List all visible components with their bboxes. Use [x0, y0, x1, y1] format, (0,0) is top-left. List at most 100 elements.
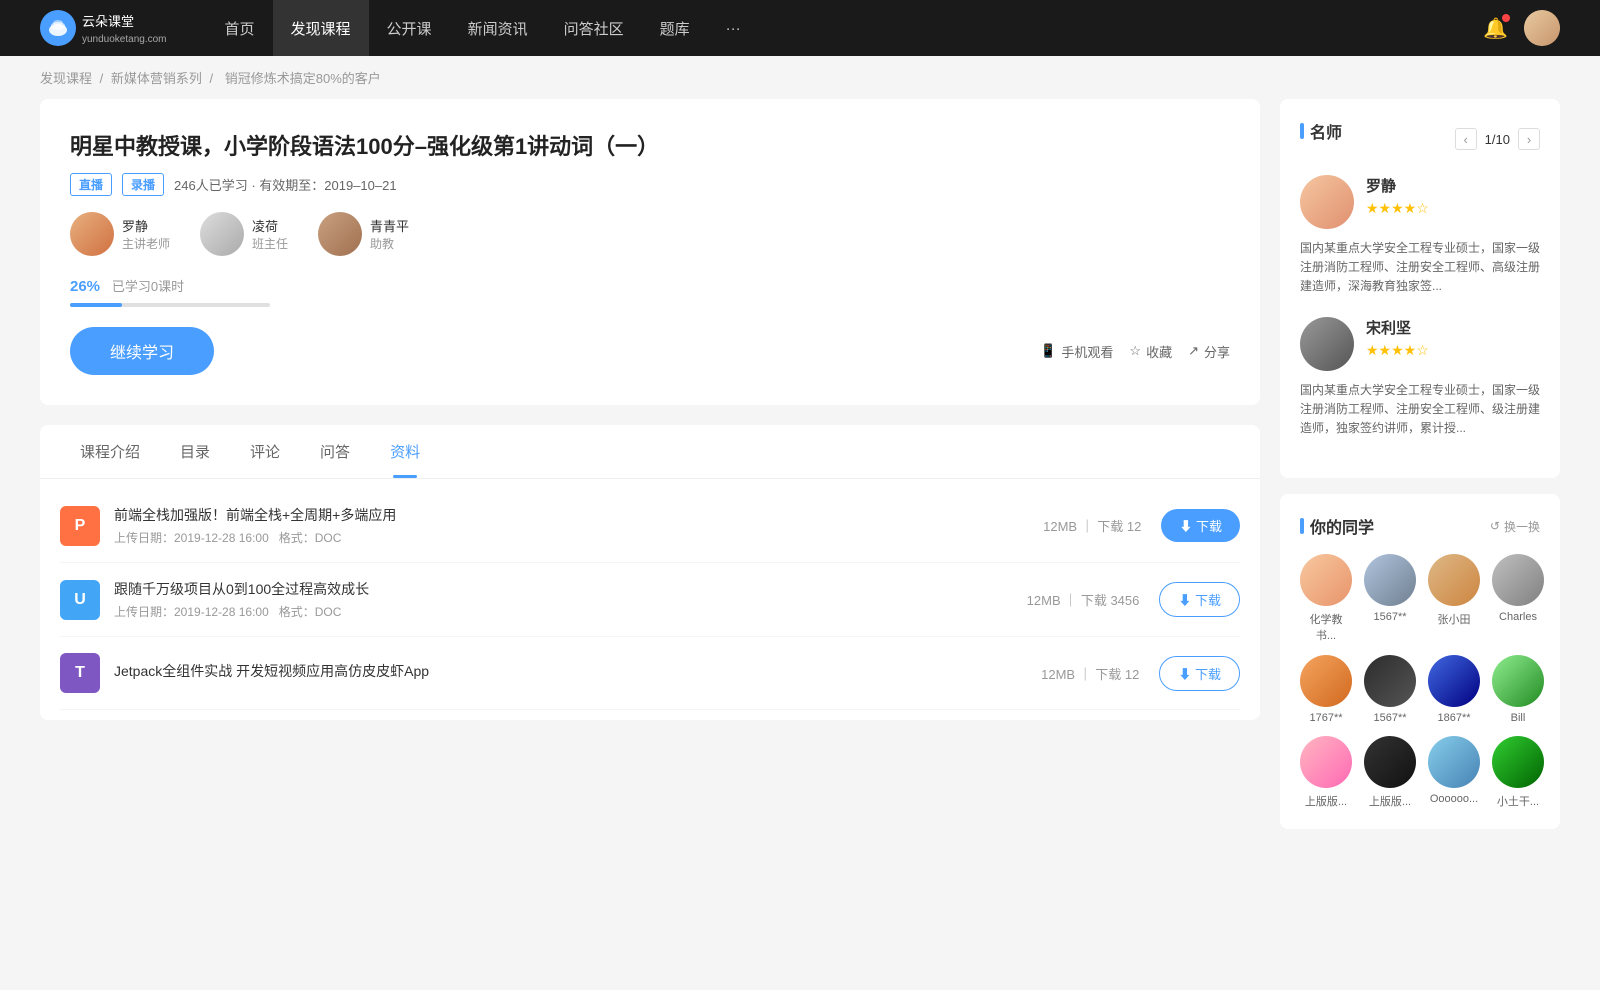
badge-live: 直播 — [70, 173, 112, 196]
sidebar-teacher-1-stars: ★★★★☆ — [1366, 200, 1429, 217]
refresh-classmates-button[interactable]: ↺ 换一换 — [1490, 518, 1540, 535]
classmate-5-name: 1767** — [1309, 712, 1342, 724]
sidebar-teacher-2-name: 宋利坚 — [1366, 317, 1429, 338]
teachers-pagination: ‹ 1/10 › — [1455, 128, 1540, 150]
teacher-3-name: 青青平 — [370, 216, 409, 235]
teachers-page: 1/10 — [1485, 132, 1510, 147]
nav-item-discover[interactable]: 发现课程 — [273, 0, 369, 56]
sidebar-teacher-1-info: 罗静 ★★★★☆ — [1300, 175, 1540, 229]
avatar-image — [1524, 10, 1560, 46]
nav-item-home[interactable]: 首页 — [207, 0, 273, 56]
logo-text: 云朵课堂yunduoketang.com — [82, 11, 167, 45]
classmate-7: 1867** — [1428, 655, 1480, 724]
notification-bell[interactable]: 🔔 — [1483, 16, 1508, 41]
nav-item-more[interactable]: ··· — [708, 0, 759, 56]
sidebar-teacher-1-details: 罗静 ★★★★☆ — [1366, 175, 1429, 217]
teacher-1-avatar — [70, 212, 114, 256]
classmate-10: 上版版... — [1364, 736, 1416, 809]
collect-label: 收藏 — [1146, 342, 1172, 361]
notification-dot — [1502, 14, 1510, 22]
teachers-next-button[interactable]: › — [1518, 128, 1540, 150]
course-stats: 246人已学习 · 有效期至：2019–10–21 — [174, 175, 397, 194]
collect-button[interactable]: ☆ 收藏 — [1129, 342, 1172, 361]
classmate-2: 1567** — [1364, 554, 1416, 643]
classmates-header: 你的同学 ↺ 换一换 — [1300, 514, 1540, 538]
mobile-label: 手机观看 — [1061, 342, 1113, 361]
classmate-11-name: Oooooo... — [1430, 793, 1478, 805]
classmate-4-avatar — [1492, 554, 1544, 606]
classmate-1-avatar — [1300, 554, 1352, 606]
classmate-8-avatar — [1492, 655, 1544, 707]
collect-icon: ☆ — [1129, 343, 1141, 359]
main-layout: 明星中教授课，小学阶段语法100分–强化级第1讲动词（一） 直播 录播 246人… — [0, 99, 1600, 885]
classmate-9: 上版版... — [1300, 736, 1352, 809]
sidebar-teacher-1-desc: 国内某重点大学安全工程专业硕士，国家一级注册消防工程师、注册安全工程师、高级注册… — [1300, 239, 1540, 297]
sidebar-teacher-2: 宋利坚 ★★★★☆ 国内某重点大学安全工程专业硕士，国家一级注册消防工程师、注册… — [1300, 317, 1540, 439]
classmate-7-avatar — [1428, 655, 1480, 707]
resource-2-meta: 上传日期：2019-12-28 16:00 格式：DOC — [114, 603, 1027, 620]
download-button-3[interactable]: ⬇ 下载 — [1159, 656, 1240, 691]
resource-3-name: Jetpack全组件实战 开发短视频应用高仿皮皮虾App — [114, 661, 1041, 681]
sidebar-teacher-1-name: 罗静 — [1366, 175, 1429, 196]
resource-icon-u: U — [60, 580, 100, 620]
teacher-3-avatar — [318, 212, 362, 256]
teacher-2-name: 凌荷 — [252, 216, 288, 235]
teacher-3-info: 青青平 助教 — [370, 216, 409, 252]
course-card: 明星中教授课，小学阶段语法100分–强化级第1讲动词（一） 直播 录播 246人… — [40, 99, 1260, 405]
resource-1-info: 前端全栈加强版！前端全栈+全周期+多端应用 上传日期：2019-12-28 16… — [114, 505, 1043, 546]
nav-item-qa[interactable]: 问答社区 — [546, 0, 642, 56]
breadcrumb-discover[interactable]: 发现课程 — [40, 71, 92, 86]
classmate-3-avatar — [1428, 554, 1480, 606]
tab-catalog[interactable]: 目录 — [160, 425, 230, 478]
resource-3-stats: 12MB ｜ 下载 12 — [1041, 664, 1139, 683]
teacher-2: 凌荷 班主任 — [200, 212, 288, 256]
teacher-3: 青青平 助教 — [318, 212, 409, 256]
classmate-7-name: 1867** — [1437, 712, 1470, 724]
content-area: 明星中教授课，小学阶段语法100分–强化级第1讲动词（一） 直播 录播 246人… — [40, 99, 1260, 845]
continue-button[interactable]: 继续学习 — [70, 327, 214, 375]
breadcrumb-current: 销冠修炼术搞定80%的客户 — [225, 71, 381, 86]
tab-resource[interactable]: 资料 — [370, 425, 440, 478]
classmate-5-avatar — [1300, 655, 1352, 707]
teachers-prev-button[interactable]: ‹ — [1455, 128, 1477, 150]
action-buttons: 📱 手机观看 ☆ 收藏 ↗ 分享 — [1040, 342, 1230, 361]
course-title: 明星中教授课，小学阶段语法100分–强化级第1讲动词（一） — [70, 129, 1230, 161]
sidebar-teacher-2-avatar — [1300, 317, 1354, 371]
share-label: 分享 — [1204, 342, 1230, 361]
course-meta: 直播 录播 246人已学习 · 有效期至：2019–10–21 — [70, 173, 1230, 196]
nav-right: 🔔 — [1483, 10, 1560, 46]
resource-item: P 前端全栈加强版！前端全栈+全周期+多端应用 上传日期：2019-12-28 … — [60, 489, 1240, 563]
course-actions: 继续学习 📱 手机观看 ☆ 收藏 ↗ 分享 — [70, 327, 1230, 375]
classmate-12-name: 小土干... — [1497, 793, 1539, 809]
download-button-2[interactable]: ⬇ 下载 — [1159, 582, 1240, 617]
classmate-8: Bill — [1492, 655, 1544, 724]
resource-item: T Jetpack全组件实战 开发短视频应用高仿皮皮虾App 12MB ｜ 下载… — [60, 637, 1240, 710]
download-button-1[interactable]: ⬇ 下载 — [1161, 509, 1240, 542]
sidebar-teacher-2-desc: 国内某重点大学安全工程专业硕士，国家一级注册消防工程师、注册安全工程师、级注册建… — [1300, 381, 1540, 439]
refresh-label: 换一换 — [1504, 518, 1540, 535]
resource-1-meta: 上传日期：2019-12-28 16:00 格式：DOC — [114, 529, 1043, 546]
classmate-9-name: 上版版... — [1305, 793, 1347, 809]
sidebar-teacher-1: 罗静 ★★★★☆ 国内某重点大学安全工程专业硕士，国家一级注册消防工程师、注册安… — [1300, 175, 1540, 297]
nav-item-news[interactable]: 新闻资讯 — [450, 0, 546, 56]
classmate-2-avatar — [1364, 554, 1416, 606]
teacher-2-avatar — [200, 212, 244, 256]
mobile-watch-button[interactable]: 📱 手机观看 — [1040, 342, 1113, 361]
tab-intro[interactable]: 课程介绍 — [60, 425, 160, 478]
nav-item-quiz[interactable]: 题库 — [642, 0, 708, 56]
resource-2-info: 跟随千万级项目从0到100全过程高效成长 上传日期：2019-12-28 16:… — [114, 579, 1027, 620]
share-button[interactable]: ↗ 分享 — [1188, 342, 1230, 361]
breadcrumb-sep1: / — [100, 71, 107, 86]
logo[interactable]: 云朵课堂yunduoketang.com — [40, 10, 167, 46]
classmate-10-avatar — [1364, 736, 1416, 788]
classmate-3-name: 张小田 — [1438, 611, 1471, 627]
classmate-2-name: 1567** — [1373, 611, 1406, 623]
breadcrumb-series[interactable]: 新媒体营销系列 — [111, 71, 202, 86]
nav-item-open[interactable]: 公开课 — [369, 0, 450, 56]
teacher-1-info: 罗静 主讲老师 — [122, 216, 170, 252]
classmate-6-name: 1567** — [1373, 712, 1406, 724]
tab-review[interactable]: 评论 — [230, 425, 300, 478]
user-avatar[interactable] — [1524, 10, 1560, 46]
refresh-icon: ↺ — [1490, 519, 1500, 533]
tab-qa[interactable]: 问答 — [300, 425, 370, 478]
